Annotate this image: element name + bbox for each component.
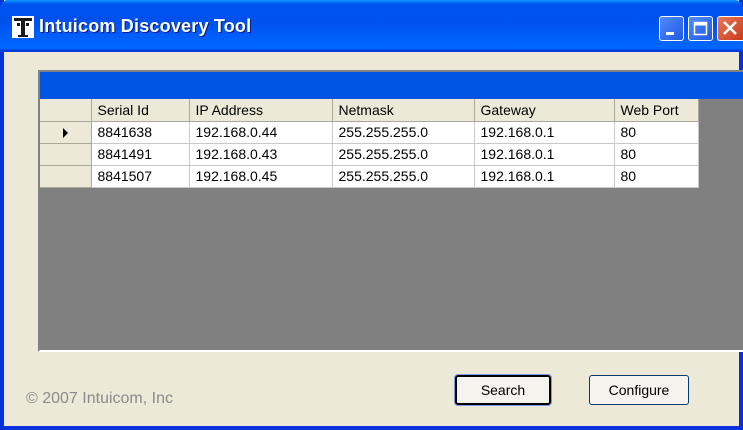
table-row[interactable]: 8841638 192.168.0.44 255.255.255.0 192.1… [40, 121, 699, 144]
close-icon [723, 21, 737, 35]
client-area: Serial Id IP Address Netmask Gateway Web… [4, 52, 743, 426]
device-grid[interactable]: Serial Id IP Address Netmask Gateway Web… [38, 70, 743, 352]
minimize-button[interactable] [659, 16, 684, 41]
intuicom-tower-icon [12, 16, 34, 38]
column-header-ip-address[interactable]: IP Address [189, 99, 333, 122]
copyright-text: © 2007 Intuicom, Inc [26, 390, 173, 407]
row-selector[interactable] [40, 165, 92, 188]
minimize-icon [666, 32, 674, 35]
app-window: Intuicom Discovery Tool Serial Id IP Add… [0, 0, 743, 430]
cell-serial-id[interactable]: 8841638 [91, 121, 190, 144]
device-table[interactable]: Serial Id IP Address Netmask Gateway Web… [40, 99, 699, 188]
configure-button[interactable]: Configure [589, 375, 689, 405]
cell-gateway[interactable]: 192.168.0.1 [474, 121, 615, 144]
window-title: Intuicom Discovery Tool [39, 16, 252, 36]
search-button[interactable]: Search [454, 374, 552, 406]
close-button[interactable] [717, 16, 743, 41]
table-row[interactable]: 8841507 192.168.0.45 255.255.255.0 192.1… [40, 165, 699, 188]
cell-ip-address[interactable]: 192.168.0.44 [189, 121, 333, 144]
cell-web-port[interactable]: 80 [614, 121, 699, 144]
table-row[interactable]: 8841491 192.168.0.43 255.255.255.0 192.1… [40, 143, 699, 166]
cell-serial-id[interactable]: 8841491 [91, 143, 190, 166]
cell-ip-address[interactable]: 192.168.0.43 [189, 143, 333, 166]
maximize-icon [693, 21, 708, 36]
grid-caption-bar [40, 72, 743, 99]
cell-serial-id[interactable]: 8841507 [91, 165, 190, 188]
row-selector[interactable] [40, 121, 92, 144]
cell-web-port[interactable]: 80 [614, 165, 699, 188]
current-row-arrow-icon [62, 128, 68, 139]
cell-web-port[interactable]: 80 [614, 143, 699, 166]
column-header-gateway[interactable]: Gateway [474, 99, 615, 122]
cell-gateway[interactable]: 192.168.0.1 [474, 143, 615, 166]
column-header-netmask[interactable]: Netmask [332, 99, 475, 122]
header-row: Serial Id IP Address Netmask Gateway Web… [40, 99, 699, 122]
cell-netmask[interactable]: 255.255.255.0 [332, 165, 475, 188]
cell-netmask[interactable]: 255.255.255.0 [332, 143, 475, 166]
row-header-corner[interactable] [40, 99, 92, 122]
title-bar[interactable]: Intuicom Discovery Tool [0, 0, 743, 52]
column-header-serial-id[interactable]: Serial Id [91, 99, 190, 122]
cell-ip-address[interactable]: 192.168.0.45 [189, 165, 333, 188]
cell-netmask[interactable]: 255.255.255.0 [332, 121, 475, 144]
column-header-web-port[interactable]: Web Port [614, 99, 699, 122]
row-selector[interactable] [40, 143, 92, 166]
cell-gateway[interactable]: 192.168.0.1 [474, 165, 615, 188]
maximize-button[interactable] [688, 16, 713, 41]
